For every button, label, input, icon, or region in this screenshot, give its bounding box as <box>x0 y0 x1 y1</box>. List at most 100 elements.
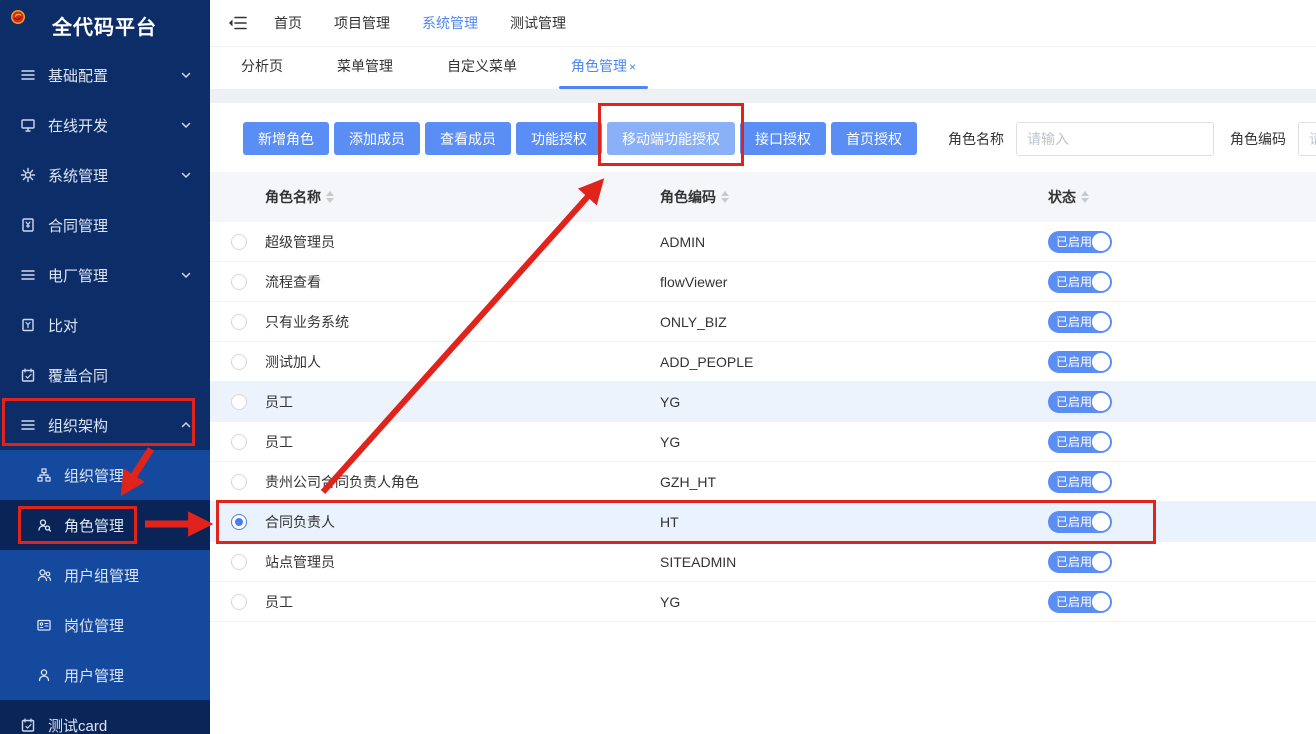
table-row[interactable]: 员工 YG 已启用 <box>210 582 1316 622</box>
content-gap <box>210 90 1316 103</box>
status-toggle[interactable]: 已启用 <box>1048 511 1112 533</box>
collapse-sidebar-icon[interactable] <box>228 14 248 32</box>
mobile-function-auth-button[interactable]: 移动端功能授权 <box>607 122 735 155</box>
nav-item-home[interactable]: 首页 <box>274 13 302 33</box>
sidebar-submenu: 组织管理 角色管理 用户组管理 岗位管理 用户管理 <box>0 450 210 700</box>
roles-table: 角色名称 角色编码 状态 超级管理员 ADMIN <box>210 172 1316 622</box>
chevron-down-icon <box>178 67 194 83</box>
chevron-down-icon <box>178 167 194 183</box>
sidebar-item-system-mgmt[interactable]: 系统管理 <box>0 150 210 200</box>
nav-item-test-mgmt[interactable]: 测试管理 <box>510 13 566 33</box>
row-radio[interactable] <box>231 594 247 610</box>
sidebar-item-base-config[interactable]: 基础配置 <box>0 50 210 100</box>
header-role-name: 角色名称 <box>265 187 321 207</box>
sidebar-item-contract-mgmt[interactable]: 合同管理 <box>0 200 210 250</box>
sidebar-item-usergroup-mgmt[interactable]: 用户组管理 <box>0 550 210 600</box>
logo-row: 全代码平台 <box>0 0 210 50</box>
sidebar: 全代码平台 基础配置 在线开发 系统管理 合同管理 电厂管理 比对 <box>0 0 210 734</box>
table-row[interactable]: 员工 YG 已启用 <box>210 422 1316 462</box>
sort-icon[interactable] <box>1081 191 1089 203</box>
sidebar-item-post-mgmt[interactable]: 岗位管理 <box>0 600 210 650</box>
role-mgmt-panel: 新增角色 添加成员 查看成员 功能授权 移动端功能授权 接口授权 首页授权 角色… <box>210 103 1316 734</box>
org-chart-icon <box>36 467 52 483</box>
list-icon <box>20 417 36 433</box>
status-toggle[interactable]: 已启用 <box>1048 591 1112 613</box>
tab-role-mgmt[interactable]: 角色管理× <box>567 56 640 89</box>
status-toggle[interactable]: 已启用 <box>1048 391 1112 413</box>
sort-icon[interactable] <box>721 191 729 203</box>
function-auth-button[interactable]: 功能授权 <box>516 122 602 155</box>
app-logo-icon <box>10 9 42 41</box>
view-members-button[interactable]: 查看成员 <box>425 122 511 155</box>
status-toggle[interactable]: 已启用 <box>1048 231 1112 253</box>
table-row[interactable]: 员工 YG 已启用 <box>210 382 1316 422</box>
topbar: 首页 项目管理 系统管理 测试管理 <box>210 0 1316 47</box>
status-toggle[interactable]: 已启用 <box>1048 351 1112 373</box>
row-radio-checked[interactable] <box>231 514 247 530</box>
sidebar-item-user-mgmt[interactable]: 用户管理 <box>0 650 210 700</box>
tab-custom-menu[interactable]: 自定义菜单 <box>443 56 521 89</box>
row-radio[interactable] <box>231 234 247 250</box>
list-icon <box>20 267 36 283</box>
tab-menu-mgmt[interactable]: 菜单管理 <box>333 56 397 89</box>
sidebar-item-plant-mgmt[interactable]: 电厂管理 <box>0 250 210 300</box>
sidebar-item-org-mgmt[interactable]: 组织管理 <box>0 450 210 500</box>
status-toggle[interactable]: 已启用 <box>1048 271 1112 293</box>
monitor-icon <box>20 117 36 133</box>
button-row: 新增角色 添加成员 查看成员 功能授权 移动端功能授权 接口授权 首页授权 <box>243 122 922 155</box>
sidebar-item-org-structure[interactable]: 组织架构 <box>0 400 210 450</box>
status-toggle[interactable]: 已启用 <box>1048 551 1112 573</box>
id-card-icon <box>36 617 52 633</box>
top-navigation: 首页 项目管理 系统管理 测试管理 <box>274 13 566 33</box>
table-row[interactable]: 站点管理员 SITEADMIN 已启用 <box>210 542 1316 582</box>
row-radio[interactable] <box>231 314 247 330</box>
user-group-icon <box>36 567 52 583</box>
table-row[interactable]: 测试加人 ADD_PEOPLE 已启用 <box>210 342 1316 382</box>
status-toggle[interactable]: 已启用 <box>1048 311 1112 333</box>
row-radio[interactable] <box>231 354 247 370</box>
gear-icon <box>20 167 36 183</box>
api-auth-button[interactable]: 接口授权 <box>740 122 826 155</box>
sort-icon[interactable] <box>326 191 334 203</box>
main-area: 首页 项目管理 系统管理 测试管理 分析页 菜单管理 自定义菜单 角色管理× 新… <box>210 0 1316 734</box>
header-role-code: 角色编码 <box>660 187 716 207</box>
nav-item-system-mgmt[interactable]: 系统管理 <box>422 13 478 33</box>
role-name-input[interactable] <box>1016 122 1214 156</box>
calendar-icon <box>20 717 36 733</box>
table-row-selected[interactable]: 合同负责人 HT 已启用 <box>210 502 1316 542</box>
table-header: 角色名称 角色编码 状态 <box>210 172 1316 222</box>
status-toggle[interactable]: 已启用 <box>1048 471 1112 493</box>
toolbar: 新增角色 添加成员 查看成员 功能授权 移动端功能授权 接口授权 首页授权 角色… <box>210 103 1316 172</box>
row-radio[interactable] <box>231 274 247 290</box>
row-radio[interactable] <box>231 554 247 570</box>
calendar-icon <box>20 367 36 383</box>
role-code-label: 角色编码 <box>1230 129 1286 149</box>
sidebar-item-compare[interactable]: 比对 <box>0 300 210 350</box>
filter-group: 角色名称 角色编码 <box>948 122 1316 156</box>
tab-bar: 分析页 菜单管理 自定义菜单 角色管理× <box>210 47 1316 90</box>
sidebar-item-cover-contract[interactable]: 覆盖合同 <box>0 350 210 400</box>
table-row[interactable]: 只有业务系统 ONLY_BIZ 已启用 <box>210 302 1316 342</box>
tab-analysis[interactable]: 分析页 <box>237 56 287 89</box>
active-tab-underline <box>559 86 648 89</box>
app-title: 全代码平台 <box>52 11 157 40</box>
table-row[interactable]: 贵州公司合同负责人角色 GZH_HT 已启用 <box>210 462 1316 502</box>
user-icon <box>36 667 52 683</box>
app-window: 全代码平台 基础配置 在线开发 系统管理 合同管理 电厂管理 比对 <box>0 0 1316 734</box>
sidebar-item-role-mgmt[interactable]: 角色管理 <box>0 500 210 550</box>
row-radio[interactable] <box>231 434 247 450</box>
sidebar-item-online-dev[interactable]: 在线开发 <box>0 100 210 150</box>
tab-close-icon[interactable]: × <box>629 60 636 74</box>
row-radio[interactable] <box>231 394 247 410</box>
add-member-button[interactable]: 添加成员 <box>334 122 420 155</box>
header-status: 状态 <box>1048 187 1076 207</box>
table-row[interactable]: 超级管理员 ADMIN 已启用 <box>210 222 1316 262</box>
role-code-input[interactable] <box>1298 122 1316 156</box>
sidebar-item-test-card[interactable]: 测试card <box>0 700 210 734</box>
status-toggle[interactable]: 已启用 <box>1048 431 1112 453</box>
add-role-button[interactable]: 新增角色 <box>243 122 329 155</box>
table-row[interactable]: 流程查看 flowViewer 已启用 <box>210 262 1316 302</box>
homepage-auth-button[interactable]: 首页授权 <box>831 122 917 155</box>
nav-item-project-mgmt[interactable]: 项目管理 <box>334 13 390 33</box>
row-radio[interactable] <box>231 474 247 490</box>
